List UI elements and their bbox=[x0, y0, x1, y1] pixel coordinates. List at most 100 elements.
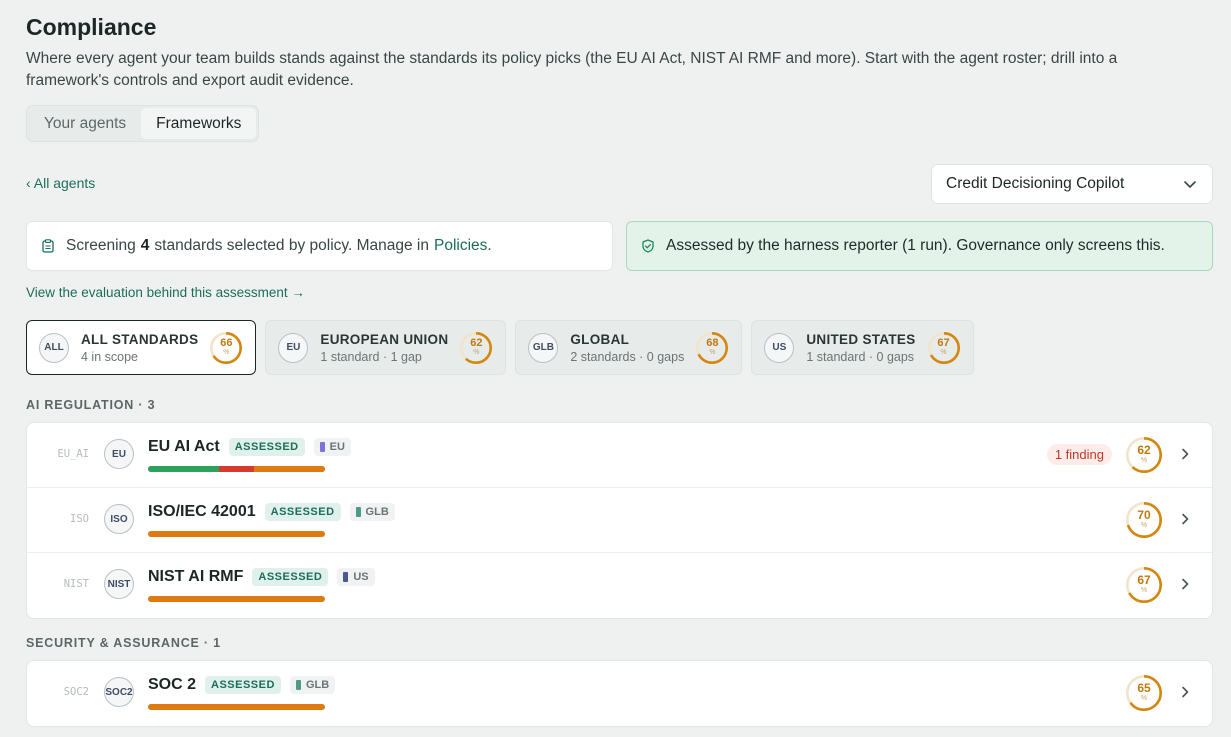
scope-chip-title: GLOBAL bbox=[570, 331, 630, 347]
control-status-bar bbox=[148, 596, 325, 602]
score-value: 62 bbox=[470, 336, 483, 349]
status-bar-segment bbox=[148, 466, 219, 472]
status-bar-segment bbox=[254, 466, 325, 472]
region-tag: EU bbox=[313, 438, 351, 456]
score-percent-sign: % bbox=[709, 348, 716, 356]
score-value: 65 bbox=[1137, 681, 1151, 695]
assessed-badge: ASSESSED bbox=[228, 438, 305, 456]
framework-row[interactable]: EU_AI EU EU AI Act ASSESSED EU 1 finding 62% bbox=[27, 423, 1212, 488]
chevron-right-icon[interactable] bbox=[1178, 685, 1192, 699]
view-tabs: Your agents Frameworks bbox=[26, 105, 260, 142]
status-bar-segment bbox=[148, 596, 325, 602]
region-color-marker bbox=[343, 572, 349, 582]
score-ring: 67% bbox=[1126, 567, 1162, 603]
score-percent-sign: % bbox=[1140, 522, 1148, 529]
back-to-all-agents-link[interactable]: ‹ All agents bbox=[26, 175, 95, 191]
framework-name: SOC 2 bbox=[148, 676, 197, 693]
region-tag-label: GLB bbox=[365, 506, 389, 518]
framework-code: SOC2 bbox=[63, 686, 89, 698]
score-value: 68 bbox=[706, 336, 719, 349]
scope-chip-us[interactable]: US UNITED STATES 1 standard · 0 gaps 67% bbox=[751, 320, 974, 375]
region-flag-icon: ALL bbox=[39, 332, 69, 363]
scope-chip-title: ALL STANDARDS bbox=[81, 331, 199, 347]
region-color-marker bbox=[295, 680, 301, 690]
status-bar-segment bbox=[148, 531, 325, 537]
page-subtitle: Where every agent your team builds stand… bbox=[26, 50, 1118, 89]
framework-flag-icon: NIST bbox=[104, 569, 134, 599]
scope-filter-chips: ALL ALL STANDARDS 4 in scope 66% EU EUROPEAN … bbox=[26, 320, 974, 375]
region-tag: US bbox=[337, 568, 375, 586]
framework-flag-icon: ISO bbox=[104, 504, 134, 534]
policy-info-prefix: Screening bbox=[66, 237, 136, 254]
framework-code: NIST bbox=[63, 578, 89, 590]
section-heading-security-assurance: SECURITY & ASSURANCE · 1 bbox=[26, 636, 221, 650]
region-tag: GLB bbox=[289, 676, 336, 694]
scope-chip-subtitle: 1 standard · 0 gaps bbox=[806, 349, 915, 364]
framework-flag-icon: SOC2 bbox=[104, 677, 134, 707]
framework-list-security-assurance: SOC2 SOC2 SOC 2 ASSESSED GLB 65% bbox=[26, 660, 1213, 727]
scope-chip-eu[interactable]: EU EUROPEAN UNION 1 standard · 1 gap 62% bbox=[265, 320, 507, 375]
assessment-status-box: Assessed by the harness reporter (1 run)… bbox=[626, 221, 1213, 271]
scope-chip-title: UNITED STATES bbox=[806, 331, 916, 347]
assessment-status-text: Assessed by the harness reporter (1 run)… bbox=[666, 237, 1165, 254]
framework-list-ai-regulation: EU_AI EU EU AI Act ASSESSED EU 1 finding 62% IS… bbox=[26, 422, 1213, 619]
control-status-bar bbox=[148, 704, 325, 710]
policy-info-suffix: standards selected by policy. Manage in bbox=[154, 237, 429, 254]
framework-heading: ISO/IEC 42001 ASSESSED GLB bbox=[148, 503, 395, 521]
framework-row[interactable]: ISO ISO ISO/IEC 42001 ASSESSED GLB 70% bbox=[27, 488, 1212, 553]
region-flag-icon: GLB bbox=[528, 332, 559, 363]
score-percent-sign: % bbox=[1140, 695, 1148, 702]
scope-chip-text: UNITED STATES 1 standard · 0 gaps bbox=[806, 332, 915, 364]
region-tag: GLB bbox=[349, 503, 395, 521]
score-ring: 70% bbox=[1126, 502, 1162, 538]
finding-badge: 1 finding bbox=[1046, 444, 1112, 465]
policy-info-box: Screening 4 standards selected by policy… bbox=[26, 221, 613, 271]
score-percent-sign: % bbox=[1140, 457, 1148, 464]
scope-chip-text: ALL STANDARDS 4 in scope bbox=[81, 332, 198, 364]
policy-info-tail: . bbox=[487, 237, 492, 254]
view-evaluation-link[interactable]: View the evaluation behind this assessme… bbox=[26, 285, 305, 300]
score-percent-sign: % bbox=[1140, 587, 1148, 594]
scope-chip-all[interactable]: ALL ALL STANDARDS 4 in scope 66% bbox=[26, 320, 257, 375]
score-ring: 67% bbox=[927, 331, 960, 364]
chevron-right-icon[interactable] bbox=[1178, 577, 1192, 591]
framework-heading: SOC 2 ASSESSED GLB bbox=[148, 676, 336, 694]
region-tag-label: EU bbox=[329, 441, 345, 453]
score-percent-sign: % bbox=[223, 348, 230, 356]
region-color-marker bbox=[355, 507, 361, 517]
status-bar-segment bbox=[218, 466, 255, 472]
tab-frameworks[interactable]: Frameworks bbox=[141, 108, 257, 139]
framework-name: EU AI Act bbox=[148, 438, 220, 455]
tab-your-agents[interactable]: Your agents bbox=[29, 108, 141, 139]
score-ring: 66% bbox=[210, 331, 243, 364]
assessed-badge: ASSESSED bbox=[252, 568, 329, 586]
framework-code: ISO bbox=[70, 513, 89, 525]
chevron-down-icon bbox=[1184, 181, 1196, 188]
framework-heading: EU AI Act ASSESSED EU bbox=[148, 438, 351, 456]
region-flag-icon: EU bbox=[278, 332, 309, 363]
control-status-bar bbox=[148, 466, 325, 472]
chevron-right-icon[interactable] bbox=[1178, 447, 1192, 461]
region-tag-label: US bbox=[353, 571, 369, 583]
score-value: 66 bbox=[220, 336, 233, 349]
scope-chip-glb[interactable]: GLB GLOBAL 2 standards · 0 gaps 68% bbox=[515, 320, 743, 375]
score-percent-sign: % bbox=[473, 348, 480, 356]
scope-chip-subtitle: 1 standard · 1 gap bbox=[320, 349, 422, 364]
scope-chip-subtitle: 4 in scope bbox=[81, 349, 138, 364]
region-flag-icon: US bbox=[764, 332, 795, 363]
shield-check-icon bbox=[642, 239, 654, 253]
score-value: 67 bbox=[937, 336, 950, 349]
agent-select[interactable]: Credit Decisioning Copilot bbox=[931, 164, 1213, 204]
agent-select-value: Credit Decisioning Copilot bbox=[946, 175, 1125, 192]
score-percent-sign: % bbox=[940, 348, 947, 356]
framework-code: EU_AI bbox=[57, 448, 89, 460]
framework-row[interactable]: SOC2 SOC2 SOC 2 ASSESSED GLB 65% bbox=[27, 661, 1212, 726]
policies-link[interactable]: Policies bbox=[434, 237, 487, 255]
scope-chip-title: EUROPEAN UNION bbox=[320, 331, 449, 347]
score-ring: 62% bbox=[460, 331, 493, 364]
framework-row[interactable]: NIST NIST NIST AI RMF ASSESSED US 67% bbox=[27, 553, 1212, 618]
score-ring: 68% bbox=[696, 331, 729, 364]
region-tag-label: GLB bbox=[305, 679, 330, 691]
chevron-right-icon[interactable] bbox=[1178, 512, 1192, 526]
framework-flag-icon: EU bbox=[104, 439, 134, 469]
